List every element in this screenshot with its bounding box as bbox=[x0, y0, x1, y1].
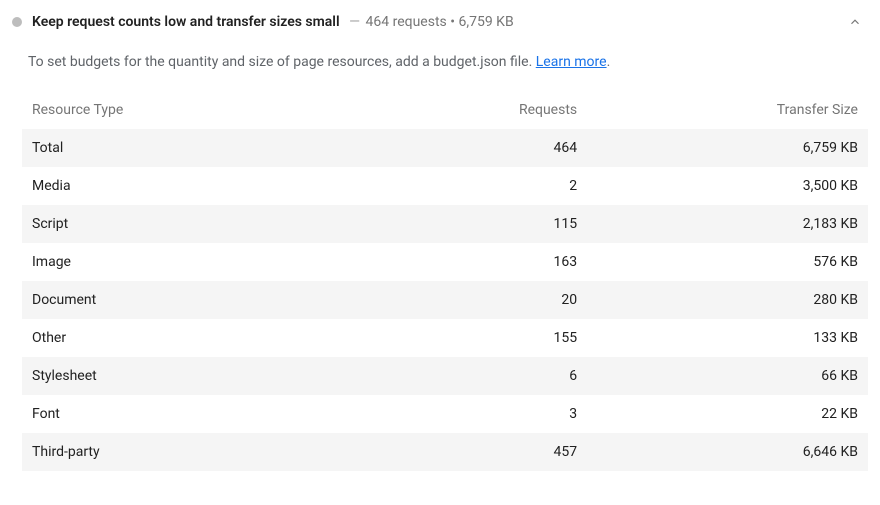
table-header: Resource Type Requests Transfer Size bbox=[22, 91, 868, 129]
cell-type: Other bbox=[32, 330, 428, 346]
cell-size: 22 KB bbox=[577, 406, 858, 422]
description-period: . bbox=[607, 54, 611, 70]
cell-requests: 163 bbox=[428, 254, 577, 270]
cell-size: 576 KB bbox=[577, 254, 858, 270]
summary-dot: • bbox=[450, 14, 455, 30]
cell-type: Stylesheet bbox=[32, 368, 428, 384]
header-requests: Requests bbox=[428, 102, 577, 118]
summary-requests: 464 requests bbox=[366, 14, 447, 30]
cell-size: 6,759 KB bbox=[577, 140, 858, 156]
description-text: To set budgets for the quantity and size… bbox=[28, 54, 536, 70]
table-row: Document 20 280 KB bbox=[22, 281, 868, 319]
table-row: Media 2 3,500 KB bbox=[22, 167, 868, 205]
cell-requests: 6 bbox=[428, 368, 577, 384]
cell-type: Font bbox=[32, 406, 428, 422]
audit-description: To set budgets for the quantity and size… bbox=[6, 32, 868, 91]
table-row: Other 155 133 KB bbox=[22, 319, 868, 357]
table-row: Image 163 576 KB bbox=[22, 243, 868, 281]
resource-table: Resource Type Requests Transfer Size Tot… bbox=[6, 91, 868, 471]
table-row: Stylesheet 6 66 KB bbox=[22, 357, 868, 395]
table-row: Third-party 457 6,646 KB bbox=[22, 433, 868, 471]
cell-type: Media bbox=[32, 178, 428, 194]
cell-type: Document bbox=[32, 292, 428, 308]
cell-size: 3,500 KB bbox=[577, 178, 858, 194]
header-resource-type: Resource Type bbox=[32, 102, 428, 118]
cell-requests: 3 bbox=[428, 406, 577, 422]
audit-header[interactable]: Keep request counts low and transfer siz… bbox=[6, 12, 868, 32]
summary-separator: — bbox=[349, 14, 360, 30]
cell-requests: 20 bbox=[428, 292, 577, 308]
cell-requests: 457 bbox=[428, 444, 577, 460]
cell-requests: 2 bbox=[428, 178, 577, 194]
header-transfer-size: Transfer Size bbox=[577, 102, 858, 118]
learn-more-link[interactable]: Learn more bbox=[536, 54, 607, 70]
cell-type: Total bbox=[32, 140, 428, 156]
cell-size: 6,646 KB bbox=[577, 444, 858, 460]
audit-title: Keep request counts low and transfer siz… bbox=[32, 14, 340, 30]
cell-type: Third-party bbox=[32, 444, 428, 460]
chevron-up-icon[interactable] bbox=[848, 15, 862, 29]
cell-type: Image bbox=[32, 254, 428, 270]
cell-size: 2,183 KB bbox=[577, 216, 858, 232]
cell-requests: 115 bbox=[428, 216, 577, 232]
cell-size: 66 KB bbox=[577, 368, 858, 384]
cell-type: Script bbox=[32, 216, 428, 232]
table-row: Font 3 22 KB bbox=[22, 395, 868, 433]
table-row: Total 464 6,759 KB bbox=[22, 129, 868, 167]
cell-size: 133 KB bbox=[577, 330, 858, 346]
audit-summary: — 464 requests • 6,759 KB bbox=[344, 14, 514, 30]
table-row: Script 115 2,183 KB bbox=[22, 205, 868, 243]
status-indicator-icon bbox=[12, 17, 22, 27]
summary-size: 6,759 KB bbox=[458, 14, 513, 30]
cell-size: 280 KB bbox=[577, 292, 858, 308]
cell-requests: 155 bbox=[428, 330, 577, 346]
table-body: Total 464 6,759 KB Media 2 3,500 KB Scri… bbox=[22, 129, 868, 471]
cell-requests: 464 bbox=[428, 140, 577, 156]
